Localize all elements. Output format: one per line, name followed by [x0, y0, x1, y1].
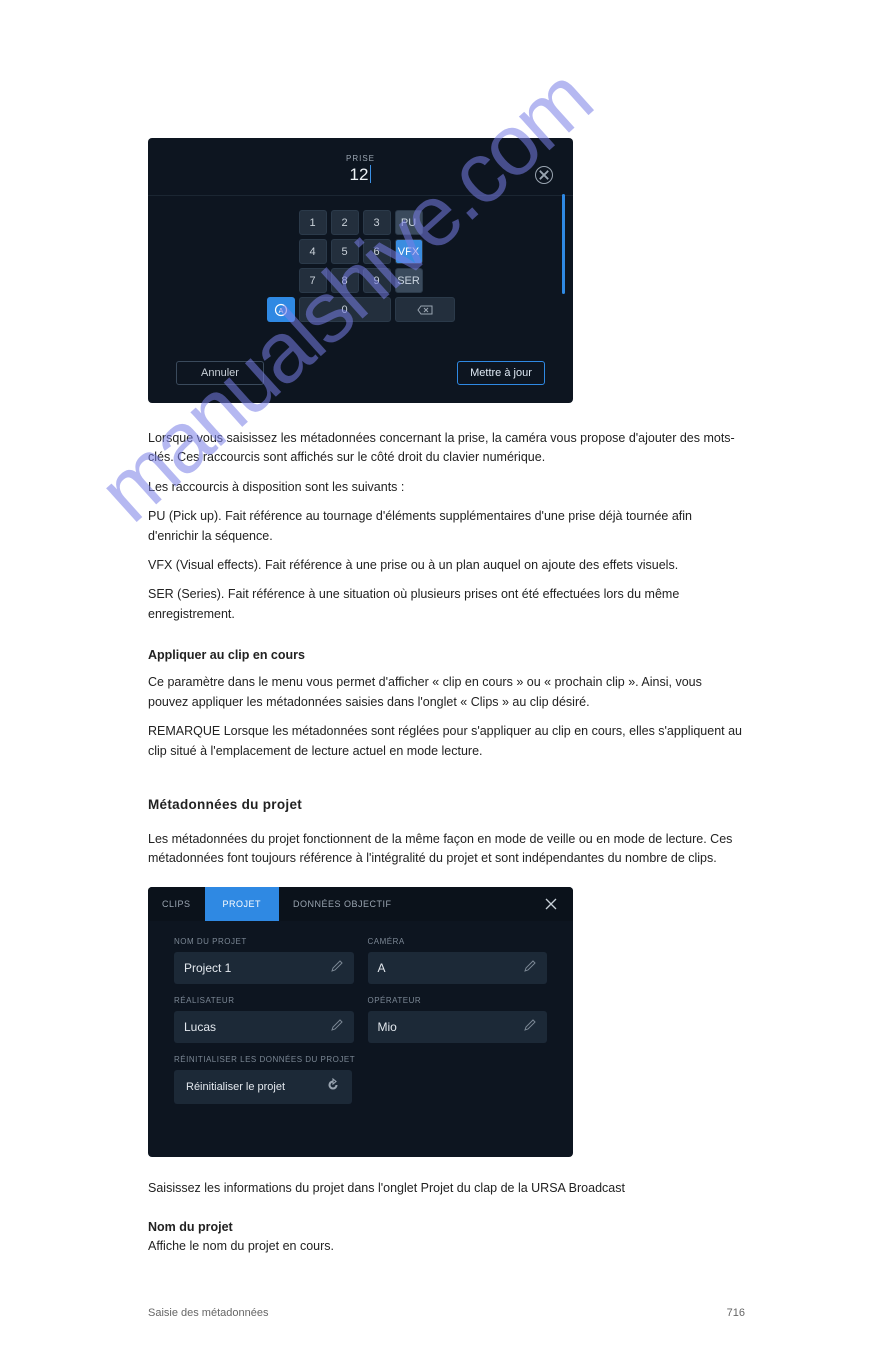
paragraph-project-1: Les métadonnées du projet fonctionnent d…	[148, 830, 745, 869]
key-backspace[interactable]	[395, 297, 455, 322]
operator-value: Mio	[378, 1020, 397, 1034]
scrollbar[interactable]	[562, 194, 565, 294]
tab-projet[interactable]: PROJET	[205, 887, 280, 921]
key-5[interactable]: 5	[331, 239, 359, 264]
key-0[interactable]: 0	[299, 297, 391, 322]
list-item-ser: SER (Series). Fait référence à une situa…	[148, 585, 745, 624]
caption-line-2: Les raccourcis à disposition sont les su…	[148, 478, 745, 497]
paragraph-apply-1: Ce paramètre dans le menu vous permet d'…	[148, 673, 745, 712]
director-field[interactable]: Lucas	[174, 1011, 354, 1043]
project-name-field[interactable]: Project 1	[174, 952, 354, 984]
paragraph-apply-2: REMARQUE Lorsque les métadonnées sont ré…	[148, 722, 745, 761]
keypad: 1 2 3 PU 4 5 6 VFX 7 8 9 SER A 0	[148, 210, 573, 322]
subheading-project-name: Nom du projet	[148, 1218, 745, 1237]
take-input-panel: PRISE 12 1 2 3 PU 4 5 6 VFX 7 8 9	[148, 138, 573, 403]
tab-bar: CLIPS PROJET DONNÉES OBJECTIF	[148, 887, 573, 921]
pencil-icon	[330, 1018, 344, 1035]
tab-clips[interactable]: CLIPS	[148, 887, 205, 921]
take-title: PRISE	[148, 138, 573, 163]
director-value: Lucas	[184, 1020, 216, 1034]
pencil-icon	[523, 959, 537, 976]
key-ser[interactable]: SER	[395, 268, 423, 293]
key-pu[interactable]: PU	[395, 210, 423, 235]
pencil-icon	[330, 959, 344, 976]
document-text-block: Lorsque vous saisissez les métadonnées c…	[148, 429, 745, 869]
key-4[interactable]: 4	[299, 239, 327, 264]
key-9[interactable]: 9	[363, 268, 391, 293]
operator-field[interactable]: Mio	[368, 1011, 548, 1043]
divider	[148, 195, 573, 196]
reset-project-button[interactable]: Réinitialiser le projet	[174, 1070, 352, 1104]
heading-project-metadata: Métadonnées du projet	[148, 795, 745, 816]
operator-label: OPÉRATEUR	[368, 996, 548, 1005]
list-item-vfx: VFX (Visual effects). Fait référence à u…	[148, 556, 745, 575]
camera-label: CAMÉRA	[368, 937, 548, 946]
key-7[interactable]: 7	[299, 268, 327, 293]
camera-value: A	[378, 961, 386, 975]
footer-text-block: Saisissez les informations du projet dan…	[148, 1179, 745, 1257]
page-section-title: Saisie des métadonnées	[148, 1307, 268, 1319]
key-6[interactable]: 6	[363, 239, 391, 264]
key-vfx[interactable]: VFX	[395, 239, 423, 264]
camera-field[interactable]: A	[368, 952, 548, 984]
panel2-caption: Saisissez les informations du projet dan…	[148, 1179, 745, 1198]
director-label: RÉALISATEUR	[174, 996, 354, 1005]
close-icon[interactable]	[535, 166, 553, 184]
key-2[interactable]: 2	[331, 210, 359, 235]
pencil-icon	[523, 1018, 537, 1035]
key-3[interactable]: 3	[363, 210, 391, 235]
cancel-button[interactable]: Annuler	[176, 361, 264, 385]
project-name-value: Project 1	[184, 961, 231, 975]
caption-line-1: Lorsque vous saisissez les métadonnées c…	[148, 429, 745, 468]
tab-lens-data[interactable]: DONNÉES OBJECTIF	[279, 887, 406, 921]
key-auto[interactable]: A	[267, 297, 295, 322]
page-number: 716	[727, 1307, 745, 1319]
key-8[interactable]: 8	[331, 268, 359, 293]
subheading-apply: Appliquer au clip en cours	[148, 646, 745, 665]
reset-label: RÉINITIALISER LES DONNÉES DU PROJET	[174, 1055, 547, 1064]
page-footer: Saisie des métadonnées 716	[148, 1307, 745, 1319]
take-value: 12	[148, 163, 573, 185]
reset-button-text: Réinitialiser le projet	[186, 1081, 285, 1093]
update-button[interactable]: Mettre à jour	[457, 361, 545, 385]
section-body: Affiche le nom du projet en cours.	[148, 1237, 745, 1256]
project-name-label: NOM DU PROJET	[174, 937, 354, 946]
list-item-pu: PU (Pick up). Fait référence au tournage…	[148, 507, 745, 546]
project-metadata-panel: CLIPS PROJET DONNÉES OBJECTIF NOM DU PRO…	[148, 887, 573, 1157]
refresh-icon	[326, 1078, 340, 1095]
svg-text:A: A	[278, 308, 283, 315]
close-icon[interactable]	[543, 896, 559, 912]
key-1[interactable]: 1	[299, 210, 327, 235]
